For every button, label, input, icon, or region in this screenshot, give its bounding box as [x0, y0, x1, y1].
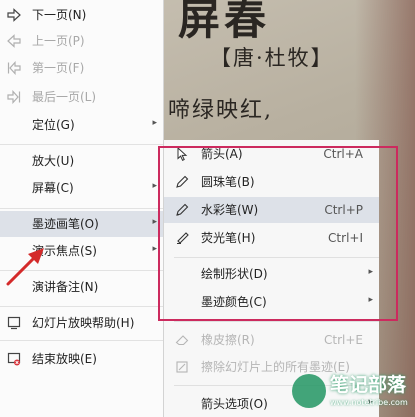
annotation-pointer-arrow	[6, 248, 44, 286]
